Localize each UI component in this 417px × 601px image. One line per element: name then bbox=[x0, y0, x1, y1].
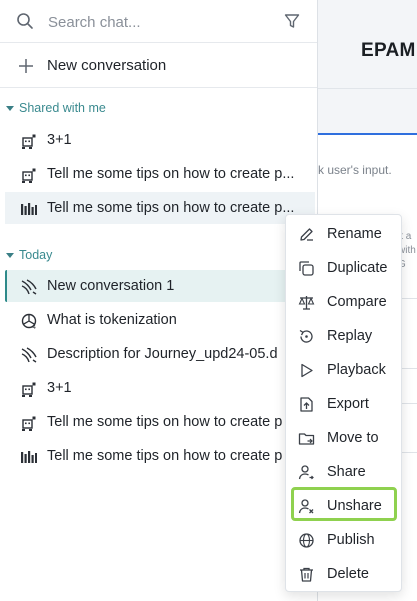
menu-item-compare[interactable]: Compare bbox=[286, 285, 403, 319]
menu-item-label: Move to bbox=[327, 430, 379, 446]
menu-item-playback[interactable]: Playback bbox=[286, 353, 403, 387]
menu-item-share[interactable]: Share bbox=[286, 455, 403, 489]
conversation-title: Tell me some tips on how to create p... bbox=[47, 200, 295, 216]
conversation-context-menu: Rename Duplicate Compare Replay Playback bbox=[285, 214, 402, 592]
plus-icon bbox=[19, 59, 33, 73]
menu-item-duplicate[interactable]: Duplicate bbox=[286, 251, 403, 285]
menu-item-export[interactable]: Export bbox=[286, 387, 403, 421]
section-label: Shared with me bbox=[19, 101, 106, 115]
conversation-item[interactable]: 3+1 bbox=[0, 372, 317, 404]
app-title: EPAM bbox=[361, 40, 416, 61]
export-icon bbox=[300, 397, 313, 412]
duplicate-icon bbox=[299, 261, 314, 276]
conversation-title: Tell me some tips on how to create p bbox=[47, 414, 283, 430]
share-user-icon bbox=[298, 465, 314, 480]
menu-item-label: Share bbox=[327, 464, 366, 480]
chevron-down-icon bbox=[6, 105, 14, 111]
conversation-item[interactable]: 4 What is tokenization bbox=[0, 304, 317, 336]
conversation-title: 3+1 bbox=[47, 380, 72, 396]
folder-icon bbox=[298, 433, 315, 445]
bar-logo-icon bbox=[21, 451, 37, 463]
wave-icon bbox=[21, 279, 37, 295]
filter-icon[interactable] bbox=[284, 13, 300, 29]
unshare-user-icon bbox=[298, 499, 314, 514]
globe-icon bbox=[299, 533, 314, 548]
menu-item-label: Unshare bbox=[327, 498, 382, 514]
robot-icon bbox=[22, 382, 36, 397]
menu-item-move-to[interactable]: Move to bbox=[286, 421, 403, 455]
openai-icon: 4 bbox=[21, 313, 37, 330]
replay-icon bbox=[299, 329, 313, 343]
wave-icon bbox=[21, 347, 37, 363]
menu-item-label: Duplicate bbox=[327, 260, 388, 276]
menu-item-replay[interactable]: Replay bbox=[286, 319, 403, 353]
conversation-title: Description for Journey_upd24-05.d bbox=[47, 346, 278, 362]
conversation-title: New conversation 1 bbox=[47, 278, 175, 294]
conversation-item[interactable]: 3+1 bbox=[0, 124, 317, 156]
new-conversation-button[interactable]: New conversation bbox=[0, 44, 317, 88]
menu-item-delete[interactable]: Delete bbox=[286, 557, 403, 591]
conversation-item[interactable]: Tell me some tips on how to create p bbox=[0, 440, 317, 472]
conversation-title: Tell me some tips on how to create p bbox=[47, 448, 283, 464]
robot-icon bbox=[22, 168, 36, 183]
menu-item-rename[interactable]: Rename bbox=[286, 217, 403, 251]
play-icon bbox=[301, 363, 313, 378]
menu-item-label: Publish bbox=[327, 532, 375, 548]
search-bar bbox=[0, 0, 317, 43]
header-divider bbox=[318, 88, 417, 89]
conversation-item-selected[interactable]: Tell me some tips on how to create p... bbox=[5, 192, 315, 224]
new-conversation-label: New conversation bbox=[47, 57, 167, 74]
conversation-title: What is tokenization bbox=[47, 312, 177, 328]
menu-item-publish[interactable]: Publish bbox=[286, 523, 403, 557]
robot-icon bbox=[22, 416, 36, 431]
search-icon bbox=[17, 13, 33, 29]
menu-item-unshare[interactable]: Unshare bbox=[286, 489, 403, 523]
conversation-item[interactable]: Tell me some tips on how to create p bbox=[0, 406, 317, 438]
menu-item-label: Delete bbox=[327, 566, 369, 582]
robot-icon bbox=[22, 134, 36, 149]
input-hint-text: k user's input. bbox=[318, 163, 392, 177]
bar-logo-icon bbox=[21, 203, 37, 215]
menu-item-label: Playback bbox=[327, 362, 386, 378]
pencil-icon bbox=[300, 228, 313, 241]
menu-item-label: Compare bbox=[327, 294, 387, 310]
conversation-item-active[interactable]: New conversation 1 bbox=[5, 270, 315, 302]
section-shared-with-me[interactable]: Shared with me bbox=[6, 100, 106, 116]
trash-icon bbox=[300, 567, 313, 582]
menu-item-label: Rename bbox=[327, 226, 382, 242]
menu-item-label: Export bbox=[327, 396, 369, 412]
conversation-title: 3+1 bbox=[47, 132, 72, 148]
svg-text:4: 4 bbox=[33, 325, 37, 330]
search-input[interactable] bbox=[48, 11, 268, 33]
menu-item-label: Replay bbox=[327, 328, 373, 344]
chevron-down-icon bbox=[6, 252, 14, 258]
chat-sidebar: New conversation Shared with me 3+1 Tell… bbox=[0, 0, 318, 601]
conversation-item[interactable]: Tell me some tips on how to create p... bbox=[0, 158, 317, 190]
conversation-title: Tell me some tips on how to create p... bbox=[47, 166, 295, 182]
section-today[interactable]: Today bbox=[6, 247, 52, 263]
scale-icon bbox=[298, 296, 315, 310]
conversation-item[interactable]: Description for Journey_upd24-05.d bbox=[0, 338, 317, 370]
section-label: Today bbox=[19, 248, 53, 262]
